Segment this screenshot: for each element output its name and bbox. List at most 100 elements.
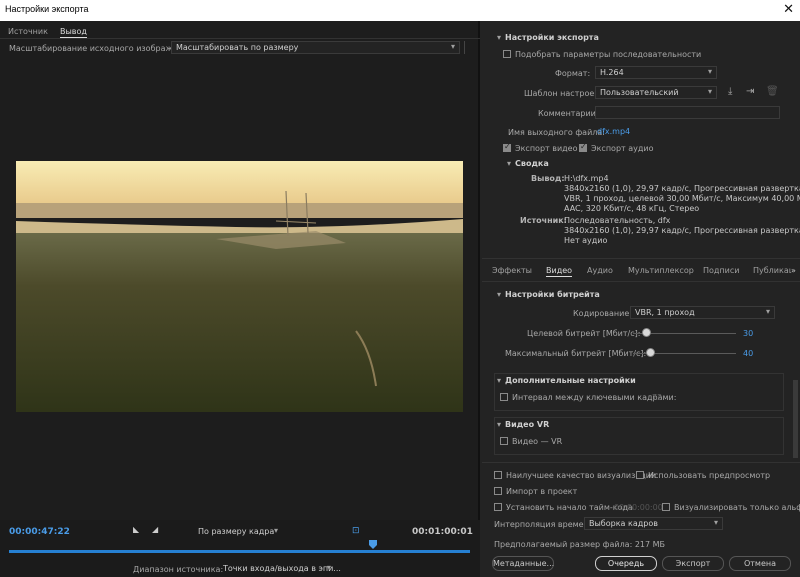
export-settings-title: Настройки экспорта bbox=[505, 33, 599, 42]
encoding-value: VBR, 1 проход bbox=[635, 308, 695, 317]
export-settings-header[interactable]: ▾ Настройки экспорта bbox=[497, 33, 599, 42]
format-value: H.264 bbox=[600, 68, 624, 77]
collapse-icon: ▾ bbox=[507, 159, 512, 168]
preset-value: Пользовательский bbox=[600, 88, 679, 97]
scale-label: Масштабирование исходного изображения: bbox=[9, 44, 196, 53]
timecode-start-value[interactable]: 00:00:00:00 bbox=[614, 502, 663, 513]
title-bar: Настройки экспорта ✕ bbox=[0, 0, 800, 21]
comments-label: Комментарии: bbox=[538, 109, 599, 118]
fit-value: По размеру кадра bbox=[198, 527, 275, 536]
max-quality-label: Наилучшее качество визуализации bbox=[506, 471, 657, 480]
tab-effects[interactable]: Эффекты bbox=[492, 266, 532, 275]
collapse-icon: ▾ bbox=[497, 33, 502, 42]
vr-label: Видео — VR bbox=[512, 437, 563, 446]
timecode-in[interactable]: 00:00:47:22 bbox=[9, 527, 70, 537]
tab-source[interactable]: Источник bbox=[8, 27, 48, 36]
comments-input[interactable] bbox=[595, 106, 780, 119]
alpha-only-label: Визуализировать только альфа-канал bbox=[674, 503, 800, 512]
interp-value: Выборка кадров bbox=[589, 519, 658, 528]
keyframe-value[interactable]: 72 bbox=[652, 392, 662, 403]
mark-in-icon[interactable]: ◣ bbox=[133, 525, 139, 534]
set-timecode-checkbox[interactable] bbox=[494, 503, 502, 511]
chevron-down-icon: ▾ bbox=[273, 526, 278, 535]
advanced-header[interactable]: ▾ Дополнительные настройки bbox=[497, 376, 636, 385]
tab-publish[interactable]: Публикация bbox=[753, 266, 791, 275]
delete-preset-icon[interactable]: 🗑 bbox=[766, 86, 779, 97]
max-bitrate-value[interactable]: 40 bbox=[743, 348, 753, 359]
export-audio-label: Экспорт аудио bbox=[591, 144, 654, 153]
source-label: Источник: bbox=[520, 216, 567, 225]
import-preset-icon[interactable]: ⇥ bbox=[746, 86, 754, 97]
summary-title: Сводка bbox=[515, 159, 549, 168]
tab-multiplexer[interactable]: Мультиплексор bbox=[628, 266, 694, 275]
tab-audio[interactable]: Аудио bbox=[587, 266, 613, 275]
tabs-overflow-icon[interactable]: » bbox=[791, 266, 796, 275]
summary-header[interactable]: ▾ Сводка bbox=[507, 159, 549, 168]
alpha-only-checkbox[interactable] bbox=[662, 503, 670, 511]
encoding-label: Кодирование: bbox=[573, 309, 632, 318]
interp-dropdown[interactable]: Выборка кадров ▾ bbox=[584, 517, 723, 530]
chevron-down-icon: ▾ bbox=[707, 67, 712, 76]
max-quality-checkbox[interactable] bbox=[494, 471, 502, 479]
keyframe-checkbox[interactable] bbox=[500, 393, 508, 401]
timeline-track[interactable] bbox=[9, 550, 470, 553]
chevron-down-icon: ▾ bbox=[450, 42, 455, 51]
scale-divider bbox=[464, 41, 465, 54]
filesize-label: Предполагаемый размер файла: 217 МБ bbox=[494, 540, 666, 549]
collapse-icon: ▾ bbox=[497, 420, 502, 429]
panel-divider bbox=[482, 258, 800, 259]
use-preview-checkbox[interactable] bbox=[636, 471, 644, 479]
vr-checkbox[interactable] bbox=[500, 437, 508, 445]
chevron-down-icon: ▾ bbox=[765, 307, 770, 316]
export-audio-checkbox[interactable] bbox=[579, 142, 587, 152]
range-label: Диапазон источника: bbox=[133, 565, 224, 574]
tab-captions[interactable]: Подписи bbox=[703, 266, 739, 275]
max-bitrate-knob[interactable] bbox=[646, 348, 655, 357]
queue-button[interactable]: Очередь bbox=[595, 556, 657, 571]
playhead-icon[interactable] bbox=[369, 540, 378, 549]
chevron-down-icon: ▾ bbox=[713, 518, 718, 527]
collapse-icon: ▾ bbox=[497, 290, 502, 299]
format-label: Формат: bbox=[555, 69, 591, 78]
import-project-label: Импорт в проект bbox=[506, 487, 578, 496]
bitrate-header[interactable]: ▾ Настройки битрейта bbox=[497, 290, 600, 299]
collapse-icon: ▾ bbox=[497, 376, 502, 385]
preset-dropdown[interactable]: Пользовательский ▾ bbox=[595, 86, 717, 99]
close-icon[interactable]: ✕ bbox=[783, 2, 794, 17]
range-dropdown[interactable]: Точки входа/выхода в эпи... ▾ bbox=[218, 562, 341, 575]
preset-label: Шаблон настроек: bbox=[524, 89, 602, 98]
vr-title: Видео VR bbox=[505, 420, 550, 429]
target-bitrate-knob[interactable] bbox=[642, 328, 651, 337]
settings-scrollbar[interactable] bbox=[793, 380, 798, 458]
scale-dropdown[interactable]: Масштабировать по размеру ▾ bbox=[171, 41, 460, 54]
export-video-checkbox[interactable] bbox=[503, 142, 511, 152]
timecode-out: 00:01:00:01 bbox=[412, 527, 473, 537]
encoding-dropdown[interactable]: VBR, 1 проход ▾ bbox=[630, 306, 775, 319]
tab-divider bbox=[482, 281, 800, 282]
save-preset-icon[interactable]: ⤓ bbox=[728, 86, 732, 97]
vr-header[interactable]: ▾ Видео VR bbox=[497, 420, 549, 429]
crop-icon[interactable]: ⊡ bbox=[352, 526, 360, 536]
export-button[interactable]: Экспорт bbox=[662, 556, 724, 571]
cancel-button[interactable]: Отмена bbox=[729, 556, 791, 571]
outname-link[interactable]: dfx.mp4 bbox=[597, 126, 630, 137]
window-title: Настройки экспорта bbox=[5, 4, 89, 14]
video-preview bbox=[16, 161, 463, 412]
metadata-button[interactable]: Метаданные... bbox=[492, 556, 554, 571]
import-project-checkbox[interactable] bbox=[494, 487, 502, 495]
mark-out-icon[interactable]: ◢ bbox=[152, 525, 158, 534]
output-line: AAC, 320 Кбит/с, 48 кГц, Стерео bbox=[564, 204, 700, 213]
interp-label: Интерполяция времени: bbox=[494, 520, 597, 529]
tab-video[interactable]: Видео bbox=[546, 266, 573, 277]
output-label: Вывод: bbox=[531, 174, 565, 183]
range-value: Точки входа/выхода в эпи... bbox=[223, 564, 341, 573]
match-seq-label: Подобрать параметры последовательности bbox=[515, 50, 702, 59]
match-seq-checkbox[interactable] bbox=[503, 50, 511, 58]
tab-divider bbox=[0, 38, 480, 39]
outname-label: Имя выходного файла: bbox=[508, 128, 605, 137]
target-bitrate-value[interactable]: 30 bbox=[743, 328, 753, 339]
bottom-divider bbox=[482, 462, 800, 463]
tab-output[interactable]: Вывод bbox=[60, 27, 87, 38]
format-dropdown[interactable]: H.264 ▾ bbox=[595, 66, 717, 79]
fit-dropdown[interactable]: По размеру кадра ▾ bbox=[193, 525, 283, 538]
